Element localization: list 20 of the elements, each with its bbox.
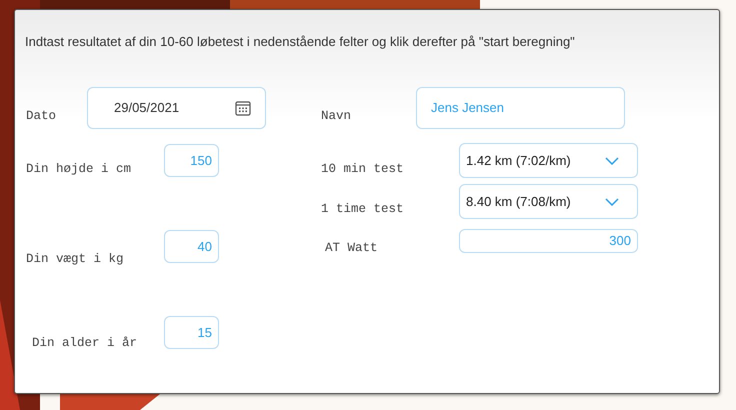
instruction-text: Indtast resultatet af din 10-60 løbetest i nedenstående felter og klik derefter på "start beregning" [25,33,576,51]
field-label: Din alder i år [32,335,138,352]
number-field[interactable]: 300 [459,229,638,253]
number-field[interactable]: 15 [164,316,219,349]
field-label: Navn [321,108,352,125]
number-field[interactable]: 150 [164,144,219,177]
calendar-icon [235,100,251,116]
dropdown[interactable]: 8.40 km (7:08/km) [459,184,638,219]
chevron-down-icon [605,156,619,164]
chevron-down-icon [605,198,619,206]
text-field[interactable]: Jens Jensen [416,87,625,129]
field-label: AT Watt [325,240,378,257]
field-label: Din vægt i kg [26,251,124,268]
field-label: 10 min test [321,161,404,178]
number-field[interactable]: 40 [164,230,219,263]
dropdown[interactable]: 1.42 km (7:02/km) [459,143,638,178]
field-label: Din højde i cm [26,161,132,178]
field-label: 1 time test [321,201,404,218]
field-label: Dato [26,108,56,125]
date-field[interactable]: 29/05/2021 [87,87,266,129]
